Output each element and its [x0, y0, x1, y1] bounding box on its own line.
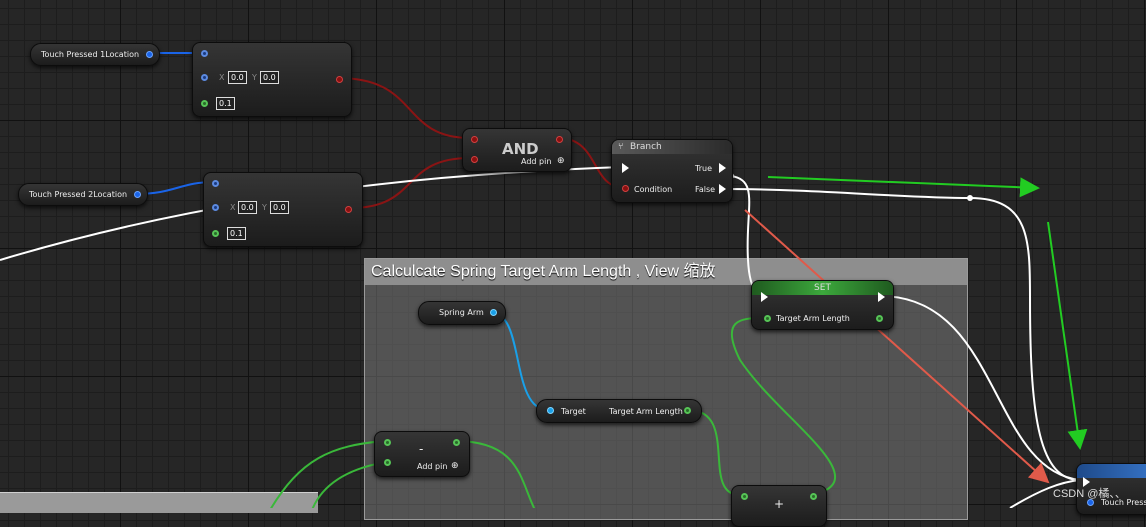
subtract-node[interactable]: - Add pin ⊕ [374, 431, 470, 477]
getter-output-label: Target Arm Length [609, 407, 683, 416]
vector-2-x-label: X [230, 203, 236, 212]
vector-1-y-field[interactable]: 0.0 [260, 71, 279, 84]
subtract-input-b-pin[interactable] [384, 459, 391, 466]
vector-equal-node-1[interactable]: X 0.0 Y 0.0 0.1 [192, 42, 352, 117]
plus-circle-icon[interactable]: ⊕ [451, 461, 459, 471]
branch-node[interactable]: Branch ⑂ True Condition False [611, 139, 733, 203]
vector-2-y-field[interactable]: 0.0 [270, 201, 289, 214]
and-input-b-pin[interactable] [471, 156, 478, 163]
green-arrow-2 [1047, 221, 1088, 450]
add-node[interactable]: + [731, 485, 827, 527]
vector-2-input-b-pin[interactable] [212, 204, 219, 211]
wire-bool-1 [337, 77, 471, 139]
getter-target-label: Target [561, 407, 586, 416]
touch-pressed-1-output-pin[interactable] [146, 51, 153, 58]
and-output-pin[interactable] [556, 136, 563, 143]
vector-1-x-label: X [219, 73, 225, 82]
touch-pressed-2-label: Touch Pressed 2Location [29, 190, 128, 199]
wire-layer [0, 52, 1088, 508]
touch-pressed-2-output-pin[interactable] [134, 191, 141, 198]
vector-2-input-a-pin[interactable] [212, 180, 219, 187]
branch-true-label: True [695, 164, 712, 173]
green-arrow-1 [767, 176, 1040, 198]
vector-equal-node-2[interactable]: X 0.0 Y 0.0 0.1 [203, 172, 363, 247]
touch-pressed-1-label: Touch Pressed 1Location [41, 50, 140, 59]
vector-1-input-b-pin[interactable] [201, 74, 208, 81]
branch-false-label: False [695, 185, 716, 194]
vector-1-input-a-pin[interactable] [201, 50, 208, 57]
spring-arm-output-pin[interactable] [490, 309, 497, 316]
touch-pressed-1-node[interactable]: Touch Pressed 1Location [30, 43, 160, 66]
right-node-header [1077, 464, 1146, 478]
add-output-pin[interactable] [810, 493, 817, 500]
branch-true-pin[interactable] [719, 163, 726, 173]
red-arrow [744, 209, 1050, 484]
branch-icon: ⑂ [618, 142, 624, 152]
branch-exec-in-pin[interactable] [622, 163, 629, 173]
add-input-a-pin[interactable] [741, 493, 748, 500]
subtract-add-pin-label[interactable]: Add pin [417, 462, 447, 471]
wire-exec-true [730, 175, 763, 298]
vector-2-y-label: Y [262, 203, 267, 212]
set-output-pin[interactable] [876, 315, 883, 322]
subtract-title: - [419, 442, 424, 456]
branch-condition-label: Condition [634, 185, 673, 194]
and-node[interactable]: AND Add pin ⊕ [462, 128, 572, 172]
wire-float-4 [270, 440, 387, 508]
vector-1-output-pin[interactable] [336, 76, 343, 83]
subtract-input-a-pin[interactable] [384, 439, 391, 446]
plus-circle-icon[interactable]: ⊕ [557, 156, 565, 166]
and-title: AND [502, 140, 539, 158]
watermark: CSDN @橘、、 [1053, 488, 1126, 500]
set-exec-out-pin[interactable] [878, 292, 885, 302]
branch-title: Branch [630, 142, 662, 152]
wire-float-2 [730, 317, 837, 496]
set-node[interactable]: SET Target Arm Length [751, 280, 894, 330]
branch-false-pin[interactable] [719, 184, 726, 194]
set-title: SET [814, 283, 831, 293]
set-input-label: Target Arm Length [776, 314, 850, 323]
branch-header: Branch [612, 140, 732, 154]
vector-2-tolerance-pin[interactable] [212, 230, 219, 237]
spring-arm-node[interactable]: Spring Arm [418, 301, 506, 325]
set-header: SET [752, 281, 893, 295]
getter-output-pin[interactable] [684, 407, 691, 414]
wire-exec-set [879, 295, 1081, 481]
vector-1-tolerance-pin[interactable] [201, 100, 208, 107]
touch-pressed-2-node[interactable]: Touch Pressed 2Location [18, 183, 148, 206]
getter-target-pin[interactable] [547, 407, 554, 414]
wire-exec-false [721, 188, 1081, 481]
wire-bool-2 [349, 157, 471, 209]
vector-2-output-pin[interactable] [345, 206, 352, 213]
and-input-a-pin[interactable] [471, 136, 478, 143]
vector-1-y-label: Y [252, 73, 257, 82]
subtract-output-pin[interactable] [453, 439, 460, 446]
set-input-pin[interactable] [764, 315, 771, 322]
set-exec-in-pin[interactable] [761, 292, 768, 302]
add-title: + [774, 497, 785, 511]
vector-2-x-field[interactable]: 0.0 [238, 201, 257, 214]
vector-1-tolerance-field[interactable]: 0.1 [216, 97, 235, 110]
spring-arm-label: Spring Arm [439, 308, 484, 317]
target-arm-length-getter-node[interactable]: Target Target Arm Length [536, 399, 702, 423]
and-add-pin-label[interactable]: Add pin [521, 157, 551, 166]
wire-float-1 [687, 409, 741, 496]
vector-1-x-field[interactable]: 0.0 [228, 71, 247, 84]
branch-condition-pin[interactable] [622, 185, 629, 192]
vector-2-tolerance-field[interactable]: 0.1 [227, 227, 246, 240]
wire-object [491, 312, 549, 411]
